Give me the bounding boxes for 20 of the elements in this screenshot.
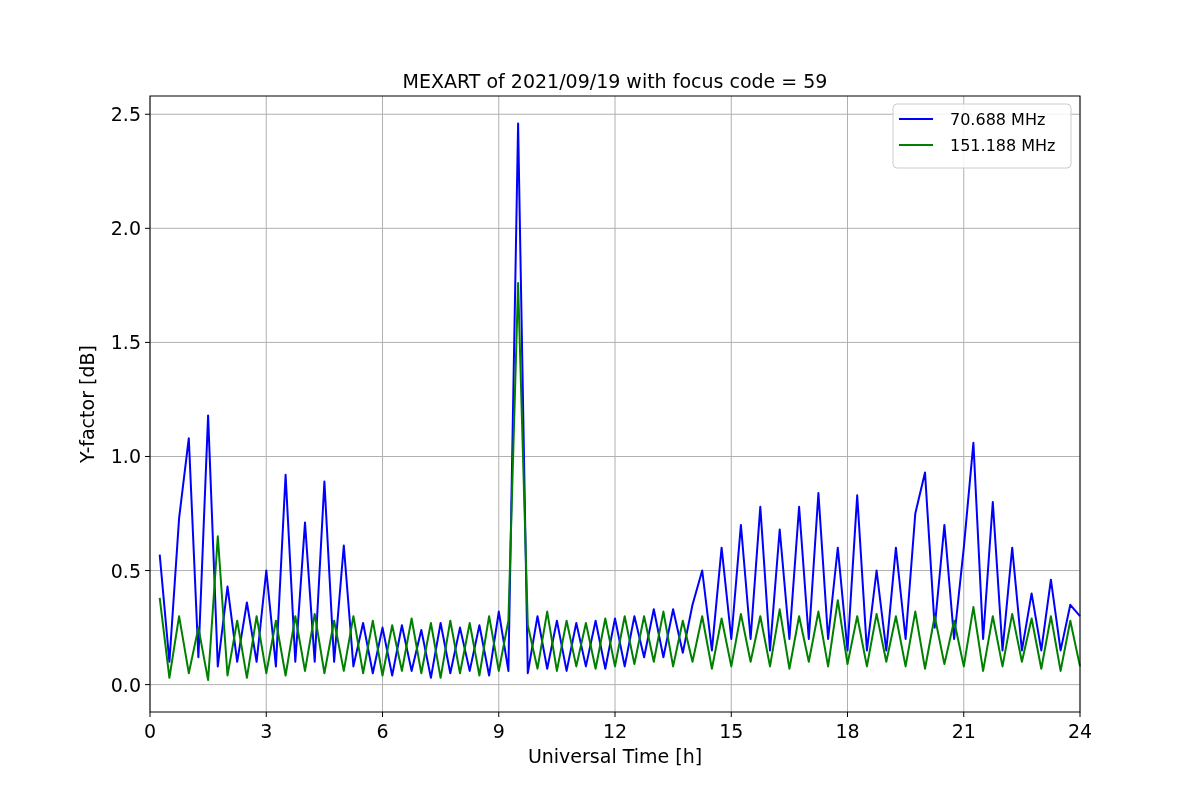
chart-title: MEXART of 2021/09/19 with focus code = 59 [402,70,828,92]
tick-label: 1.5 [110,331,141,354]
tick-label: 0 [143,720,157,742]
tick-label: 2.0 [110,217,141,240]
tick-label: 18 [835,720,860,742]
tick-label: 1.0 [110,445,141,468]
tick-label: 6 [376,720,389,742]
tick-label: 2.5 [110,103,141,126]
axis-label: Y-factor [dB] [76,345,98,463]
tick-label: 12 [602,720,628,742]
axis-label: Universal Time [h] [527,745,703,767]
legend-label: 70.688 MHz [950,110,1046,129]
tick-label: 15 [719,720,744,742]
tick-label: 24 [1067,720,1093,742]
tick-label: 0.5 [110,559,141,582]
tick-label: 21 [951,720,976,742]
tick-label: 9 [492,720,505,742]
tick-label: 3 [260,720,273,742]
tick-label: 0.0 [110,673,141,696]
legend-label: 151.188 MHz [950,136,1056,155]
